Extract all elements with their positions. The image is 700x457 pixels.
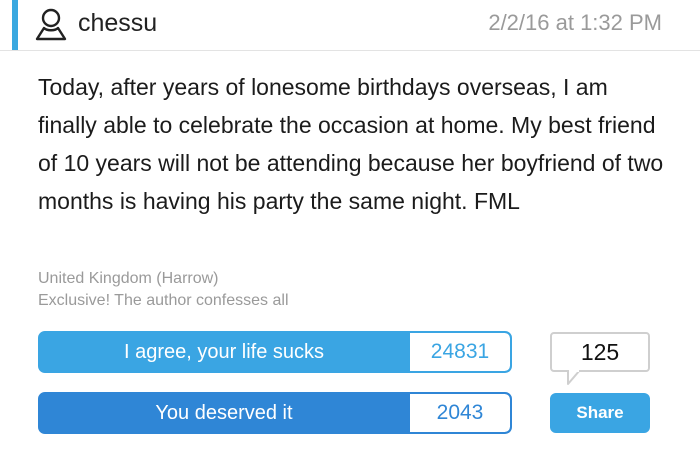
post-timestamp: 2/2/16 at 1:32 PM [488,10,662,35]
comments-button[interactable]: 125 [550,332,650,372]
speech-bubble-tail-icon [567,370,581,385]
post-location: United Kingdom (Harrow) [38,270,219,287]
agree-count: 24831 [410,333,510,371]
accent-bar [12,0,18,50]
post-meta: United Kingdom (Harrow) Exclusive! The a… [38,268,289,312]
deserved-label: You deserved it [155,402,293,424]
share-button[interactable]: Share [550,393,650,433]
comment-count: 125 [580,339,620,365]
deserved-vote-button[interactable]: You deserved it 2043 [38,392,512,434]
user-outline-icon [35,8,67,41]
deserved-count: 2043 [410,394,510,432]
agree-vote-button[interactable]: I agree, your life sucks 24831 [38,331,512,373]
agree-label: I agree, your life sucks [123,341,325,363]
post-header: chessu 2/2/16 at 1:32 PM [0,0,700,51]
post-body: Today, after years of lonesome birthdays… [38,74,664,214]
fml-post-card: chessu 2/2/16 at 1:32 PM Today, after ye… [0,0,700,457]
post-tagline: Exclusive! The author confesses all [38,292,289,309]
author-name[interactable]: chessu [78,9,157,38]
